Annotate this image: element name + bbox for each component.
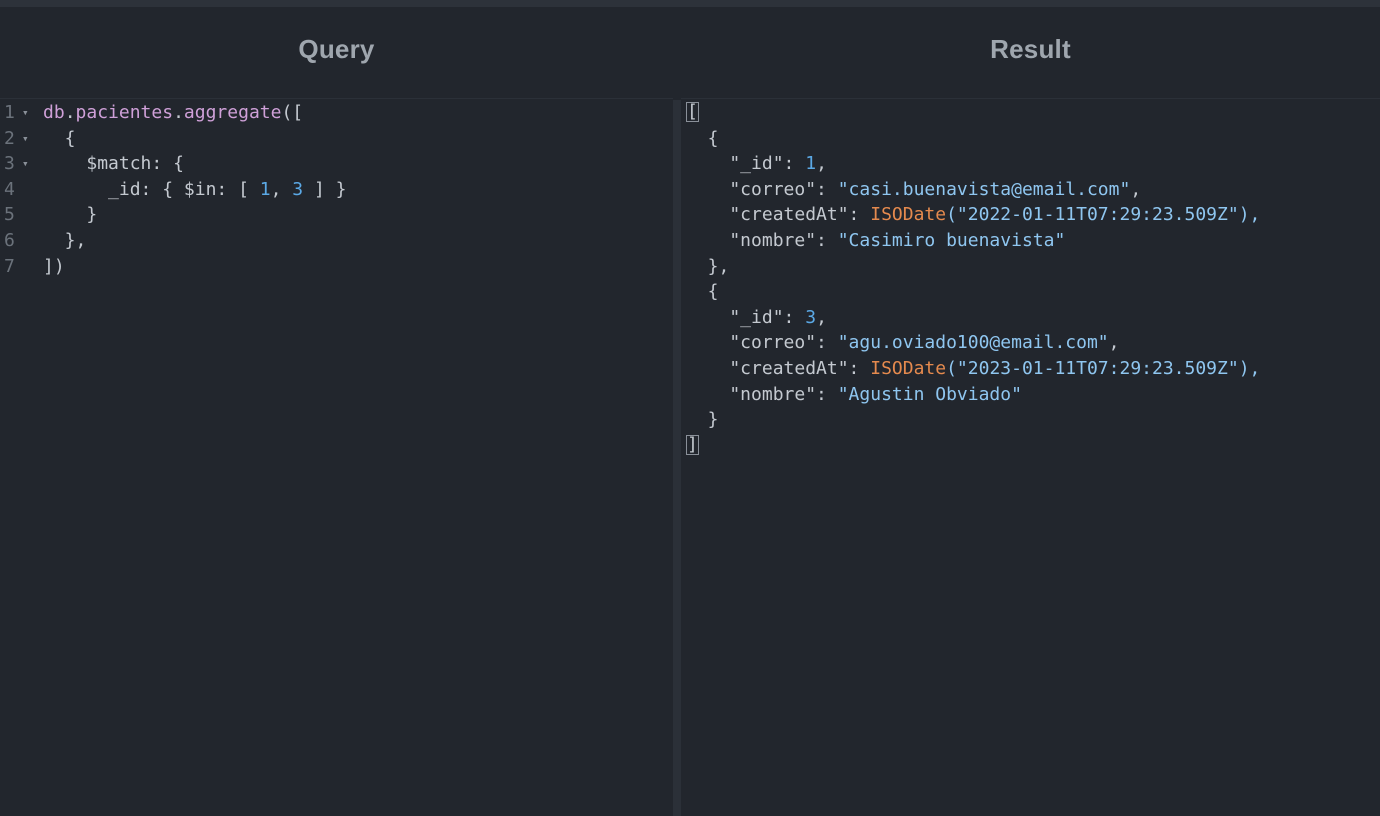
code-line: }, [686,255,730,277]
code-line: ]) [43,255,65,277]
fold-arrow-icon[interactable]: ▾ [22,151,29,177]
panel-resize-handle[interactable] [673,100,681,816]
query-editor[interactable]: 1 ▾ 2 ▾ 3 ▾ 4 5 6 7 db.pacientes.aggregate(… [0,100,673,816]
code-line: db.pacientes.aggregate([ [43,102,304,123]
fold-arrow-icon[interactable]: ▾ [22,126,29,152]
line-number-gutter: 1 ▾ 2 ▾ 3 ▾ 4 5 6 7 [0,100,40,279]
code-line: { [43,127,76,149]
top-bar [0,0,1380,7]
fold-arrow-icon[interactable]: ▾ [22,100,29,126]
result-title: Result [990,34,1071,64]
code-line: } [43,204,98,226]
code-line: "_id": 1, [686,153,827,175]
code-line: ] [686,433,699,455]
code-line: "createdAt": ISODate("2023-01-11T07:29:2… [686,357,1261,379]
code-line: [ [686,101,699,122]
code-line: { [686,127,719,149]
code-line: { [686,281,719,303]
code-line: "_id": 3, [686,306,827,328]
result-code[interactable]: [ { "_id": 1, "correo": "casi.buenavista… [686,100,1260,458]
code-line: } [686,409,719,431]
line-number: 3 ▾ [0,151,40,177]
code-line: $match: { [86,153,184,175]
query-header: Query [0,7,673,99]
code-line: "nombre": "Casimiro buenavista" [686,229,1066,251]
code-line: "correo": "casi.buenavista@email.com", [686,178,1142,200]
code-line: "correo": "agu.oviado100@email.com", [686,332,1120,354]
result-viewer[interactable]: [ { "_id": 1, "correo": "casi.buenavista… [681,100,1380,816]
code-line: _id: { $in: [ 1, 3 ] } [108,178,347,200]
code-line: "createdAt": ISODate("2022-01-11T07:29:2… [686,204,1261,226]
line-number: 2 ▾ [0,126,40,152]
line-number: 6 [4,229,15,251]
line-number: 7 [4,255,15,277]
line-number: 1 ▾ [0,100,40,126]
line-number: 5 [4,204,15,226]
query-title: Query [298,34,375,64]
line-number: 4 [4,178,15,200]
result-header: Result [681,7,1380,99]
code-line: }, [43,229,87,251]
query-code[interactable]: db.pacientes.aggregate([ { $match: { _id… [43,100,347,279]
code-line: "nombre": "Agustin Obviado" [686,383,1022,405]
